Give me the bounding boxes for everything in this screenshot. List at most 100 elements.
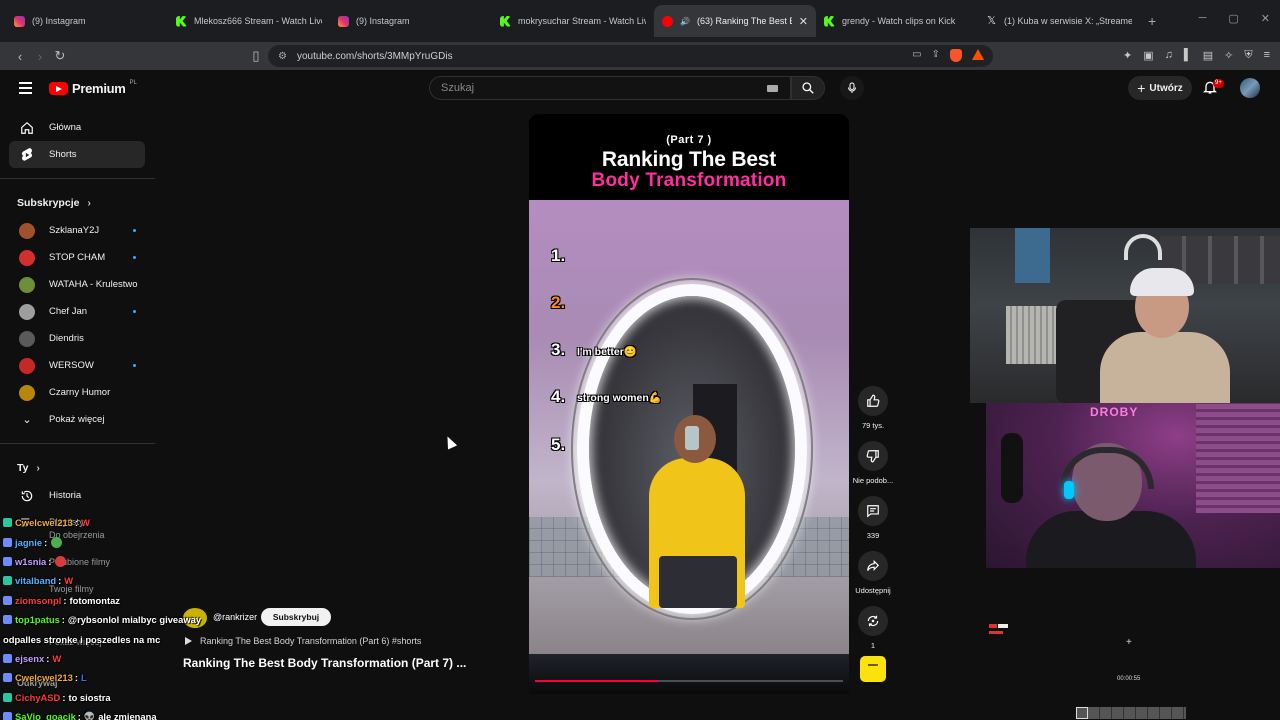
sound-thumbnail[interactable] — [860, 656, 886, 682]
vpn-icon[interactable]: ⛨ — [1244, 49, 1252, 62]
sidebar-subscription-item[interactable]: SzklanaY2J — [9, 217, 145, 244]
youtube-premium-logo[interactable]: Premium PL — [49, 80, 137, 96]
minimize-icon[interactable]: ─ — [1199, 12, 1207, 25]
you-heading[interactable]: Ty › — [9, 454, 145, 482]
chevron-right-icon: › — [36, 462, 40, 474]
chat-username[interactable]: ejsenx — [15, 653, 44, 664]
forward-icon[interactable]: › — [30, 49, 50, 64]
browser-tab[interactable]: 🔊 (63) Ranking The Best Body Transformati… — [654, 5, 816, 37]
channel-avatar — [19, 384, 35, 401]
subscribe-button[interactable]: Subskrybuj — [261, 608, 331, 626]
browser-tab[interactable]: Mlekosz666 Stream - Watch Live on Kick — [168, 5, 330, 37]
chat-message: Cwelcwel213: L — [3, 668, 233, 687]
address-bar-icons: ▭ ⇪ — [912, 49, 984, 62]
search-input[interactable]: Szukaj — [429, 76, 791, 100]
browser-tab[interactable]: (9) Instagram — [330, 5, 492, 37]
chat-username[interactable]: top1patus — [15, 614, 60, 625]
address-bar[interactable]: ⚙ youtube.com/shorts/3MMpYruGDis — [268, 45, 993, 67]
cast-icon[interactable]: ▭ — [912, 49, 921, 62]
voice-search-button[interactable] — [840, 76, 864, 100]
overlay-part-label: (Part 7 ) — [666, 134, 712, 146]
chat-username[interactable]: w1snia — [15, 556, 46, 567]
audio-playing-icon[interactable]: 🔊 — [680, 17, 690, 26]
leo-icon[interactable]: ✧ — [1224, 49, 1233, 62]
maximize-icon[interactable]: ▢ — [1228, 12, 1238, 25]
chat-message: CichyASD: to siostra — [3, 688, 233, 707]
sidebar-toggle-icon[interactable]: ▌ — [1184, 49, 1192, 62]
browser-menu-icon[interactable]: ≡ — [1264, 49, 1270, 62]
account-avatar[interactable] — [1240, 78, 1260, 98]
chat-username[interactable]: CichyASD — [15, 692, 60, 703]
thumbs-down-icon — [866, 450, 879, 463]
bookmark-icon[interactable]: ▯ — [246, 48, 266, 64]
wallet-icon[interactable]: ▤ — [1203, 49, 1213, 62]
rank-3: 3. — [551, 340, 566, 359]
screenshot-icon[interactable]: ▣ — [1143, 49, 1153, 62]
remix-button[interactable] — [858, 606, 888, 636]
show-more-button[interactable]: ⌄ Pokaż więcej — [9, 406, 145, 433]
reload-icon[interactable]: ↻ — [50, 48, 70, 64]
new-content-dot — [133, 310, 136, 313]
share-button[interactable] — [858, 551, 888, 581]
chat-username[interactable]: Cwelcwel213 — [15, 672, 73, 683]
browser-toolbar: ‹ › ↻ ▯ ⚙ youtube.com/shorts/3MMpYruGDis… — [0, 42, 1280, 70]
browser-tab[interactable]: grendy - Watch clips on Kick — [816, 5, 978, 37]
like-button[interactable] — [858, 386, 888, 416]
chat-username[interactable]: SaVio_goacik — [15, 711, 76, 720]
keyboard-icon[interactable] — [767, 85, 778, 92]
comments-button[interactable] — [858, 496, 888, 526]
back-icon[interactable]: ‹ — [10, 49, 30, 64]
screen: (9) Instagram Mlekosz666 Stream - Watch L… — [0, 0, 1280, 720]
chat-username[interactable]: Cwelcwel213 — [15, 517, 73, 528]
sidebar-item-history[interactable]: Historia — [9, 482, 145, 509]
sidebar-item-shorts[interactable]: Shorts — [9, 141, 145, 168]
chat-text: 👽 ale zmienana — [83, 710, 157, 720]
brave-rewards-icon[interactable] — [972, 49, 984, 60]
progress-bar[interactable] — [535, 680, 843, 682]
sidebar-subscription-item[interactable]: Diendris — [9, 325, 145, 352]
menu-icon[interactable] — [19, 82, 32, 94]
browser-tab[interactable]: (9) Instagram — [6, 5, 168, 37]
shorts-player[interactable]: (Part 7 ) Ranking The Best Body Transfor… — [529, 114, 849, 694]
sidebar-subscription-item[interactable]: WATAHA - Krulestwo — [9, 271, 145, 298]
sidebar-subscription-item[interactable]: Chef Jan — [9, 298, 145, 325]
extensions-icon[interactable]: ✦ — [1123, 49, 1132, 62]
browser-tab-title: grendy - Watch clips on Kick — [842, 16, 956, 26]
channel-avatar — [19, 303, 35, 320]
site-info-icon[interactable]: ⚙ — [278, 51, 287, 62]
browser-tab-title: Mlekosz666 Stream - Watch Live on Kick — [194, 16, 322, 26]
dislike-button[interactable] — [858, 441, 888, 471]
close-tab-icon[interactable]: ✕ — [799, 15, 808, 28]
sidebar-subscription-item[interactable]: WERSOW — [9, 352, 145, 379]
create-button[interactable]: + Utwórz — [1128, 76, 1192, 100]
channel-avatar — [19, 249, 35, 266]
sidebar-subscription-item[interactable]: STOP CHAM — [9, 244, 145, 271]
brave-shields-icon[interactable] — [950, 49, 962, 62]
chat-text: @rybsonlol mialbyc giveaway — [67, 614, 202, 626]
new-tab-button[interactable]: + — [1148, 13, 1156, 29]
browser-tab[interactable]: 𝕏 (1) Kuba w serwisie X: „Streamer Gr — [978, 5, 1140, 37]
browser-tab[interactable]: mokrysuchar Stream - Watch Live on Kick — [492, 5, 654, 37]
game-hud-icon — [989, 624, 1008, 634]
chat-username[interactable]: jagnie — [15, 537, 42, 548]
progress-fill — [535, 680, 659, 682]
short-actions: 79 tys. Nie podob... 339 Udostępnij 1 — [851, 386, 895, 661]
chat-username[interactable]: vitalband — [15, 575, 56, 586]
chat-badge-icon — [3, 615, 12, 625]
close-window-icon[interactable]: ✕ — [1261, 12, 1270, 25]
chat-username[interactable]: ziomsonpl — [15, 595, 61, 606]
rank-4-note: strong women💪 — [577, 392, 662, 404]
subscription-label: STOP CHAM — [49, 252, 106, 263]
instagram-icon — [14, 15, 25, 27]
subscriptions-heading[interactable]: Subskrypcje › — [9, 189, 145, 217]
sidebar-divider — [0, 178, 155, 179]
sidebar-item-home[interactable]: Główna — [9, 114, 145, 141]
subscription-label: Chef Jan — [49, 306, 88, 317]
media-icon[interactable]: ♫ — [1165, 49, 1173, 62]
subscription-label: Diendris — [49, 333, 84, 344]
sidebar-subscription-item[interactable]: Czarny Humor — [9, 379, 145, 406]
share-page-icon[interactable]: ⇪ — [932, 49, 940, 62]
search-button[interactable] — [791, 76, 825, 100]
mouse-cursor — [442, 434, 458, 450]
chat-message: w1snia: — [3, 552, 233, 571]
